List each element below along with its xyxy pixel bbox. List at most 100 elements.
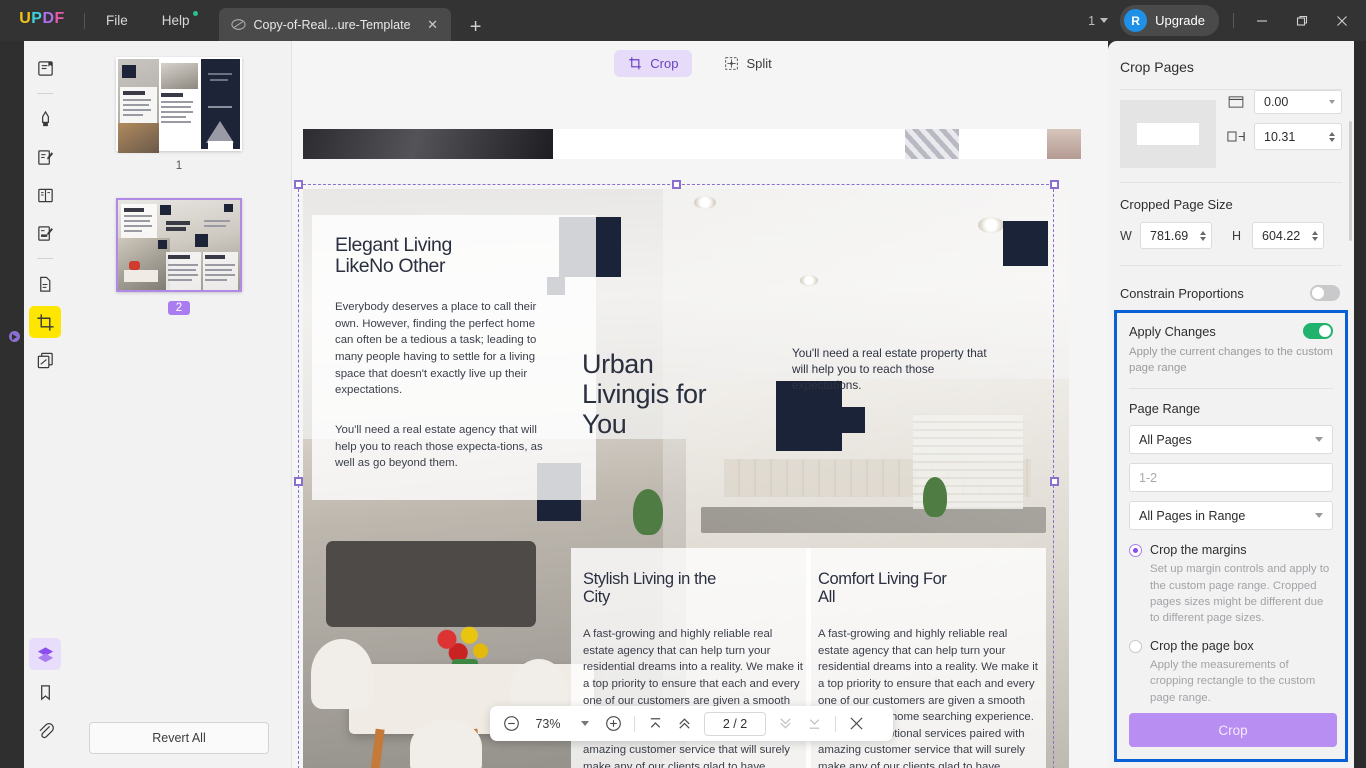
close-tab-icon[interactable]: ✕ — [425, 17, 441, 33]
width-input[interactable]: 781.69 — [1140, 222, 1212, 249]
page-canvas[interactable]: Elegant Living LikeNo Other Everybody de… — [292, 85, 1108, 768]
zoom-dropdown-chevron-down-icon[interactable] — [571, 710, 598, 737]
crop-margins-label: Crop the margins — [1150, 543, 1247, 558]
sidebar-item-reader[interactable] — [29, 52, 61, 84]
chevron-down-icon — [1100, 18, 1109, 23]
viewer-bottom-toolbar: 73% 2 / 2 — [490, 706, 893, 741]
menu-help[interactable]: Help — [145, 0, 207, 41]
option-crop-page-box[interactable]: Crop the page box — [1129, 639, 1333, 654]
bottom-right-heading: Comfort Living For All — [818, 570, 1038, 607]
upgrade-button[interactable]: R Upgrade — [1120, 5, 1219, 36]
sidebar-item-edit-pdf[interactable] — [29, 141, 61, 173]
crop-handle-middle-right[interactable] — [1050, 477, 1059, 486]
tab-crop[interactable]: Crop — [614, 49, 693, 77]
page-indicator[interactable]: 2 / 2 — [704, 711, 766, 736]
crop-handle-top-center[interactable] — [672, 180, 681, 189]
thumb1-line — [161, 116, 186, 118]
help-notification-dot — [192, 11, 198, 16]
height-spinner[interactable] — [1312, 230, 1318, 241]
crop-handle-top-left[interactable] — [294, 180, 303, 189]
zoom-out-icon[interactable] — [498, 710, 525, 737]
margin-right-value: 10.31 — [1264, 129, 1296, 144]
sidebar-item-attachment[interactable] — [29, 714, 61, 746]
margin-top-spinner[interactable] — [1329, 100, 1335, 104]
titlebar-divider-2 — [1233, 13, 1234, 28]
sidebar-item-form[interactable] — [29, 217, 61, 249]
thumbnail-page-2[interactable] — [116, 198, 242, 292]
hero-side-text: You'll need a real estate property that … — [792, 346, 987, 392]
constrain-proportions-label: Constrain Proportions — [1120, 285, 1244, 301]
thumbnail-page-1[interactable] — [116, 57, 242, 153]
margin-top-input[interactable]: 0.00 — [1254, 90, 1342, 114]
sidebar-item-layers[interactable] — [29, 638, 61, 670]
cropped-page-size-label: Cropped Page Size — [1120, 197, 1233, 212]
zoom-level-value[interactable]: 73% — [527, 717, 569, 731]
revert-all-button[interactable]: Revert All — [89, 722, 269, 754]
thumb1-dark-line — [208, 73, 232, 75]
sidebar-item-crop[interactable] — [29, 306, 61, 338]
left-heading-line2: LikeNo Other — [335, 255, 446, 278]
document-tab[interactable]: Copy-of-Real...ure-Template ✕ — [218, 8, 451, 41]
first-page-icon[interactable] — [642, 710, 669, 737]
thumbnail-panel: 1 2 Revert All — [66, 41, 292, 768]
minimize-window-button[interactable] — [1242, 0, 1282, 41]
thumbnail-list[interactable]: 1 2 — [66, 41, 292, 701]
thumb2-block — [158, 240, 167, 249]
margin-right-input[interactable]: 10.31 — [1254, 123, 1342, 150]
page-range-scope-select[interactable]: All Pages in Range — [1129, 501, 1333, 531]
photo-ceiling-light — [800, 275, 818, 286]
maximize-window-button[interactable] — [1282, 0, 1322, 41]
hero-heading-line3: You — [582, 409, 627, 440]
previous-page-icon[interactable] — [671, 710, 698, 737]
apply-changes-toggle[interactable] — [1303, 323, 1333, 339]
sidebar-item-page[interactable] — [29, 179, 61, 211]
radio-crop-margins[interactable] — [1129, 544, 1142, 558]
page-2-content: Elegant Living LikeNo Other Everybody de… — [303, 189, 1069, 768]
decor-block — [1003, 221, 1048, 266]
constrain-proportions-toggle[interactable] — [1310, 285, 1340, 301]
cropped-size-row: W 781.69 H 604.22 — [1108, 212, 1354, 249]
logo-letter-p: P — [31, 9, 43, 27]
br-heading-line2: All — [818, 587, 836, 606]
page-count-dropdown[interactable]: 1 — [1076, 14, 1120, 28]
margin-right-spinner[interactable] — [1329, 131, 1335, 142]
close-icon[interactable] — [843, 710, 870, 737]
margin-preview-row: 0.00 10.31 — [1108, 90, 1354, 168]
panel-scrollbar[interactable] — [1349, 121, 1352, 241]
crop-handle-top-right[interactable] — [1050, 180, 1059, 189]
photo-ceiling-light — [694, 196, 716, 209]
zoom-in-icon[interactable] — [600, 710, 627, 737]
sidebar-item-organize[interactable] — [29, 344, 61, 376]
page-range-select[interactable]: All Pages — [1129, 425, 1333, 455]
menu-file[interactable]: File — [89, 0, 145, 41]
page-range-input[interactable]: 1-2 — [1129, 463, 1333, 493]
radio-crop-page-box[interactable] — [1129, 640, 1142, 654]
height-input[interactable]: 604.22 — [1252, 222, 1324, 249]
width-value: 781.69 — [1150, 228, 1189, 243]
thumb2-line — [205, 269, 232, 271]
titlebar-divider — [84, 13, 85, 29]
close-window-button[interactable] — [1322, 0, 1362, 41]
prevpage-dark — [303, 129, 553, 159]
crop-handle-middle-left[interactable] — [294, 477, 303, 486]
margin-fields: 0.00 10.31 — [1226, 90, 1342, 159]
thumb1-line — [161, 111, 193, 113]
panel-collapse-handle[interactable] — [9, 331, 20, 342]
option-crop-margins[interactable]: Crop the margins — [1129, 543, 1333, 558]
width-spinner[interactable] — [1200, 230, 1206, 241]
sidebar-item-convert[interactable] — [29, 268, 61, 300]
upgrade-label: Upgrade — [1155, 13, 1205, 28]
new-tab-button[interactable]: + — [465, 17, 487, 37]
thumb2-line — [124, 230, 142, 232]
margin-field-top: 0.00 — [1226, 90, 1342, 114]
tab-split[interactable]: Split — [710, 50, 785, 77]
thumb1-dark-line — [208, 106, 232, 108]
sidebar-item-bookmark[interactable] — [29, 676, 61, 708]
next-page-icon[interactable] — [772, 710, 799, 737]
thumb2-block — [195, 234, 208, 247]
sidebar-item-comment[interactable] — [29, 103, 61, 135]
logo-letter-f: F — [54, 9, 65, 27]
last-page-icon[interactable] — [801, 710, 828, 737]
crop-button[interactable]: Crop — [1129, 713, 1337, 747]
tool-divider-2 — [37, 258, 53, 259]
